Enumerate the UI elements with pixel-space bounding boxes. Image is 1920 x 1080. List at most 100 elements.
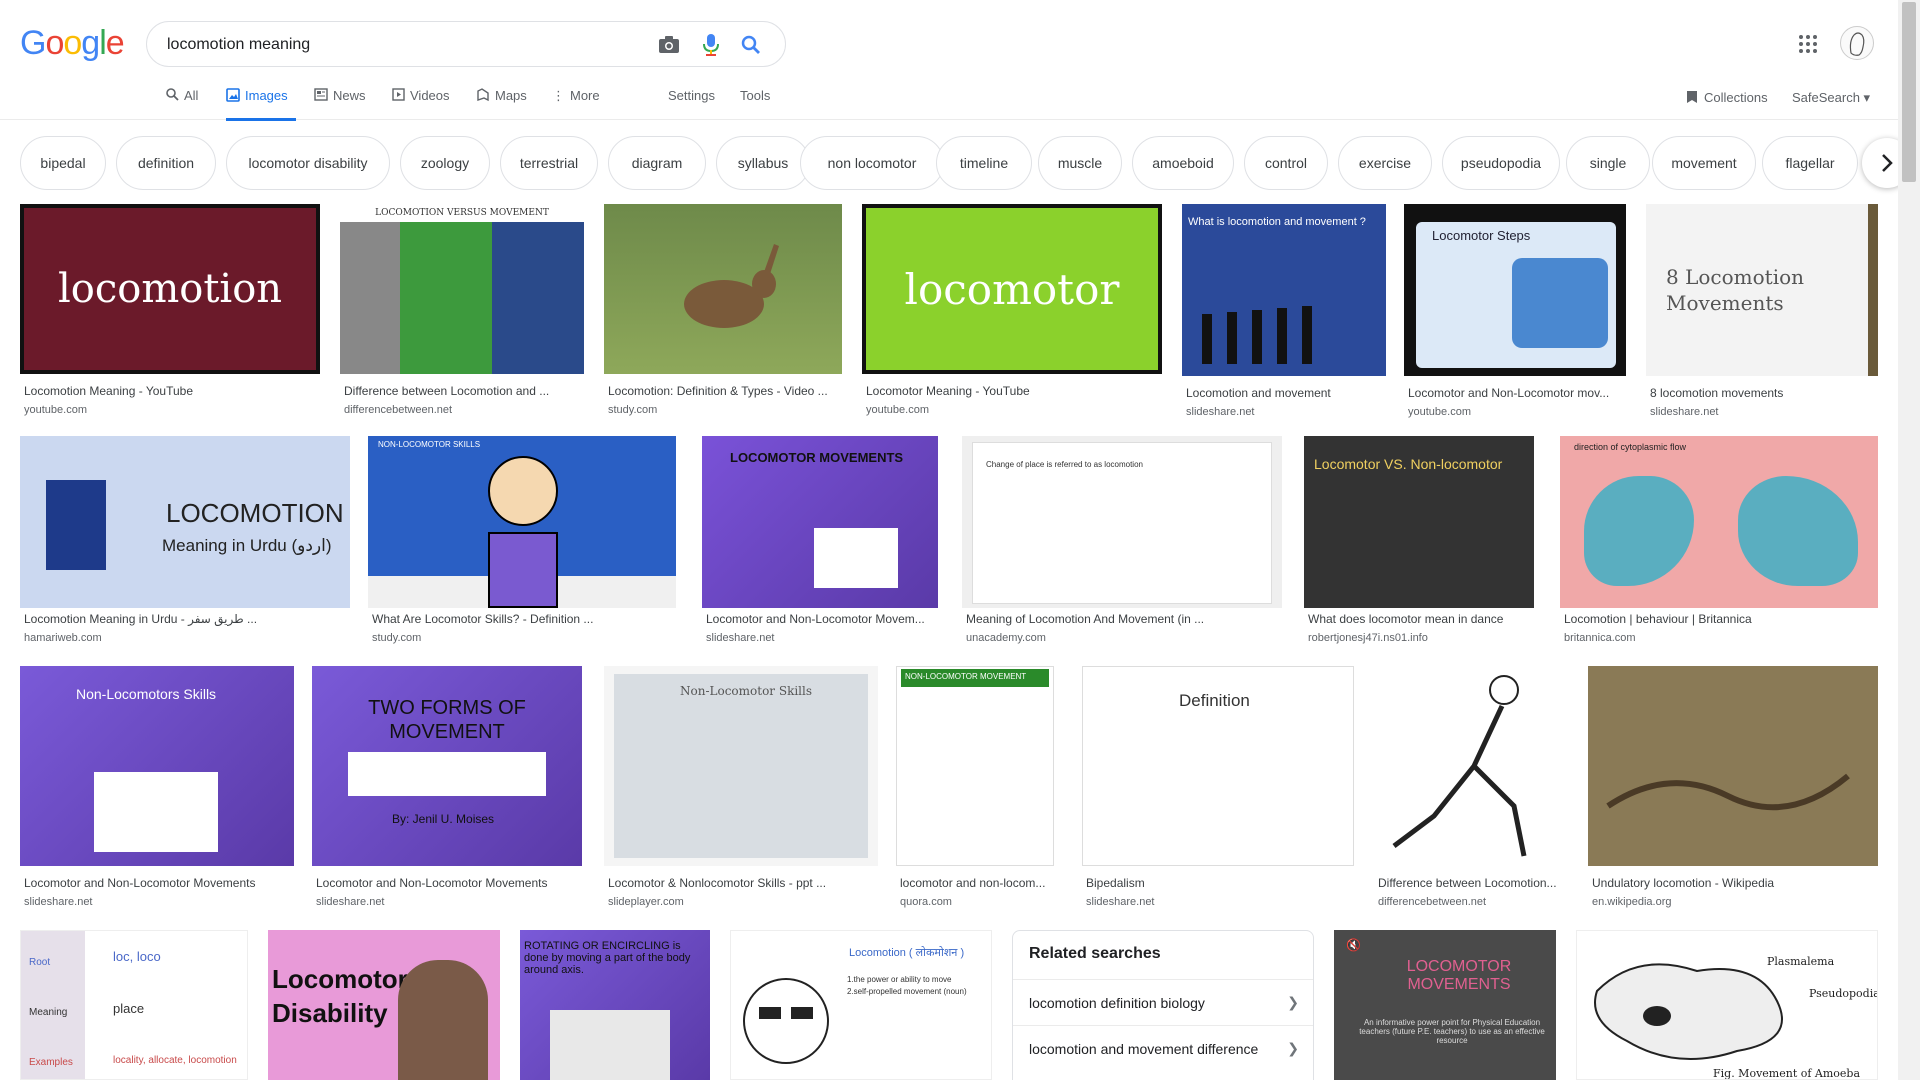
search-small-icon: [166, 88, 179, 101]
thumb-text: Non-Locomotor Skills: [680, 684, 813, 698]
root-label: Root: [29, 957, 51, 968]
collections-link[interactable]: Collections: [1686, 90, 1768, 105]
thumb-subtext: Meaning in Urdu (اردو): [162, 536, 332, 555]
thumb-text: direction of cytoplasmic flow: [1574, 442, 1687, 452]
image-result[interactable]: LOCOMOTION Meaning in Urdu (اردو) Locomo…: [20, 436, 350, 646]
image-result[interactable]: Root Meaning Examples loc, loco place lo…: [20, 930, 248, 1080]
scrollbar-thumb[interactable]: [1902, 2, 1916, 182]
image-result[interactable]: LOCOMOTION VERSUS MOVEMENT Difference be…: [340, 204, 586, 424]
result-source: slideshare.net: [316, 896, 385, 908]
chip[interactable]: amoeboid: [1132, 136, 1234, 190]
chip[interactable]: movement: [1652, 136, 1756, 190]
image-result[interactable]: locomotion Locomotion Meaning - YouTube …: [20, 204, 320, 424]
thumb-text: NON-LOCOMOTOR SKILLS: [378, 440, 481, 449]
chip[interactable]: pseudopodia: [1442, 136, 1560, 190]
result-source: slideshare.net: [1186, 406, 1255, 418]
chip[interactable]: zoology: [400, 136, 490, 190]
result-thumbnail: [1374, 666, 1568, 866]
image-result[interactable]: Definition Bipedalism slideshare.net: [1082, 666, 1354, 912]
image-result[interactable]: TWO FORMS OF MOVEMENT By: Jenil U. Moise…: [312, 666, 582, 912]
chip[interactable]: definition: [116, 136, 216, 190]
image-result[interactable]: Locomotor VS. Non-locomotor What does lo…: [1304, 436, 1534, 646]
chip[interactable]: timeline: [936, 136, 1032, 190]
tab-news[interactable]: News: [314, 88, 366, 120]
related-heading: Related searches: [1029, 945, 1161, 962]
meaning-value: place: [113, 1001, 145, 1016]
image-result[interactable]: LOCOMOTOR MOVEMENTS Locomotor and Non-Lo…: [702, 436, 938, 646]
result-source: unacademy.com: [966, 632, 1046, 644]
google-logo[interactable]: Google: [20, 24, 125, 63]
image-result[interactable]: locomotor Locomotor Meaning - YouTube yo…: [862, 204, 1162, 424]
chip[interactable]: locomotor disability: [226, 136, 390, 190]
chip[interactable]: bipedal: [20, 136, 106, 190]
microphone-icon[interactable]: [699, 33, 723, 57]
tab-tools[interactable]: Tools: [740, 88, 770, 120]
chip[interactable]: diagram: [608, 136, 706, 190]
thumb-text: LOCOMOTION: [166, 498, 344, 528]
tab-label: All: [184, 88, 199, 103]
tab-all[interactable]: All: [166, 88, 198, 120]
chip[interactable]: non locomotor: [800, 136, 944, 190]
image-result[interactable]: Non-Locomotors Skills Locomotor and Non-…: [20, 666, 294, 912]
chip[interactable]: muscle: [1038, 136, 1122, 190]
apps-grid-icon[interactable]: [1796, 32, 1820, 56]
image-result[interactable]: Locomotor Steps Locomotor and Non-Locomo…: [1404, 204, 1626, 424]
result-thumbnail: [1588, 666, 1878, 866]
safesearch-dropdown[interactable]: SafeSearch ▾: [1792, 90, 1870, 106]
thumb-text: Locomotor Disability: [272, 964, 408, 1028]
tab-settings[interactable]: Settings: [668, 88, 715, 120]
image-result[interactable]: LOCOMOTOR MOVEMENTS An informative power…: [1334, 930, 1556, 1080]
result-thumbnail: Locomotor VS. Non-locomotor: [1304, 436, 1534, 608]
image-result[interactable]: Locomotion: Definition & Types - Video .…: [604, 204, 844, 424]
result-title: Locomotor and Non-Locomotor Movem...: [706, 612, 925, 626]
thumb-line: 1.the power or ability to move: [847, 975, 952, 984]
chevron-right-icon: [1882, 154, 1893, 172]
image-result[interactable]: Undulatory locomotion - Wikipedia en.wik…: [1588, 666, 1878, 912]
result-title: Locomotor and Non-Locomotor Movements: [316, 876, 548, 890]
image-result[interactable]: Plasmalema Pseudopodia Fig. Movement of …: [1576, 930, 1878, 1080]
thumb-text: Non-Locomotors Skills: [76, 686, 217, 702]
page-scrollbar[interactable]: [1898, 0, 1920, 1080]
avatar[interactable]: [1840, 26, 1874, 60]
chip[interactable]: control: [1244, 136, 1328, 190]
image-result[interactable]: ROTATING OR ENCIRCLING is done by moving…: [520, 930, 710, 1080]
tab-images[interactable]: Images: [226, 88, 296, 121]
related-search-item[interactable]: locomotion definition biology ❯: [1013, 979, 1313, 1025]
video-icon: [392, 88, 405, 101]
result-title: Difference between Locomotion and ...: [344, 384, 550, 398]
result-thumbnail: Plasmalema Pseudopodia Fig. Movement of …: [1576, 930, 1878, 1080]
thumb-text: Definition: [1179, 691, 1250, 710]
chip[interactable]: single: [1566, 136, 1650, 190]
result-title: Locomotor and Non-Locomotor Movements: [24, 876, 256, 890]
chip[interactable]: syllabus: [716, 136, 810, 190]
result-source: en.wikipedia.org: [1592, 896, 1672, 908]
thumb-text: Change of place is referred to as locomo…: [986, 460, 1143, 469]
image-result[interactable]: Locomotor Disability: [268, 930, 500, 1080]
chip[interactable]: flagellar: [1762, 136, 1858, 190]
image-result[interactable]: 8 Locomotion Movements 8 locomotion move…: [1646, 204, 1878, 424]
chip[interactable]: terrestrial: [500, 136, 598, 190]
result-title: What does locomotor mean in dance: [1308, 612, 1504, 626]
result-source: differencebetween.net: [344, 404, 453, 416]
search-input[interactable]: [167, 34, 627, 56]
result-title: Locomotor & Nonlocomotor Skills - ppt ..…: [608, 876, 827, 890]
result-thumbnail: Locomotor Disability: [268, 930, 500, 1080]
image-result[interactable]: What is locomotion and movement ? Locomo…: [1182, 204, 1388, 424]
news-icon: [314, 88, 328, 101]
image-result[interactable]: direction of cytoplasmic flow Locomotion…: [1560, 436, 1878, 646]
image-result[interactable]: Difference between Locomotion... differe…: [1374, 666, 1570, 912]
related-search-item[interactable]: locomotion and movement difference ❯: [1013, 1025, 1313, 1071]
chip[interactable]: exercise: [1338, 136, 1432, 190]
tab-more[interactable]: ⋮ More: [552, 88, 600, 120]
image-result[interactable]: NON-LOCOMOTOR SKILLS What Are Locomotor …: [368, 436, 676, 646]
image-result[interactable]: NON-LOCOMOTOR MOVEMENT locomotor and non…: [896, 666, 1058, 912]
tab-videos[interactable]: Videos: [392, 88, 450, 120]
image-result[interactable]: Non-Locomotor Skills Locomotor & Nonloco…: [604, 666, 878, 912]
thumb-text: LOCOMOTOR MOVEMENTS: [1406, 958, 1512, 993]
search-icon[interactable]: [739, 33, 763, 57]
image-result[interactable]: Change of place is referred to as locomo…: [962, 436, 1282, 646]
tab-maps[interactable]: Maps: [476, 88, 527, 120]
image-result[interactable]: Locomotion ( लोकमोशन ) 1.the power or ab…: [730, 930, 992, 1080]
thumb-text: LOCOMOTOR MOVEMENTS: [730, 450, 904, 465]
camera-icon[interactable]: [657, 33, 681, 57]
